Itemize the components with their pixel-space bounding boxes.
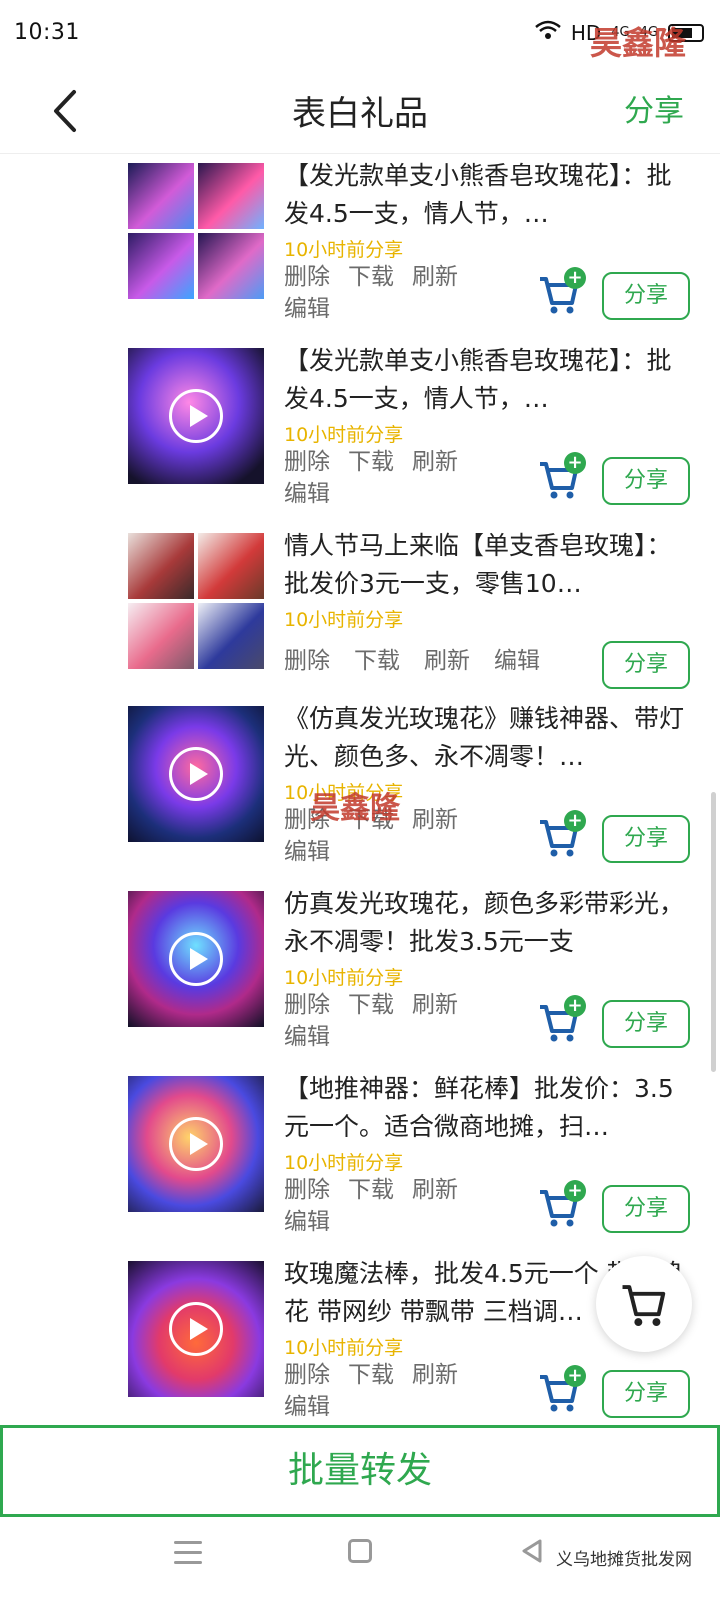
menu-icon[interactable] (174, 1541, 202, 1565)
product-thumbnail[interactable] (128, 706, 264, 842)
scrollbar-thumb[interactable] (711, 792, 716, 1072)
share-button[interactable]: 分享 (624, 86, 684, 130)
bulk-forward-button[interactable]: 批量转发 (0, 1425, 720, 1517)
home-icon[interactable] (348, 1539, 372, 1563)
list-item[interactable]: 【发光款单支小熊香皂玫瑰花】：批发4.5一支，情人节，… 10小时前分享 删除下… (0, 340, 720, 525)
download-button[interactable]: 下载 (348, 989, 394, 1021)
download-button[interactable]: 下载 (354, 645, 400, 677)
product-thumbnail[interactable] (128, 891, 264, 1027)
delete-button[interactable]: 删除 (284, 261, 330, 293)
product-thumbnail[interactable] (128, 348, 264, 484)
item-share-button[interactable]: 分享 (602, 815, 690, 863)
item-title[interactable]: 情人节马上来临【单支香皂玫瑰】：批发价3元一支，零售10… (284, 527, 684, 603)
play-icon[interactable] (169, 389, 223, 443)
refresh-button[interactable]: 刷新 (412, 1174, 458, 1206)
download-button[interactable]: 下载 (348, 261, 394, 293)
add-to-cart-button[interactable]: + (536, 1365, 586, 1415)
play-icon[interactable] (169, 1302, 223, 1356)
refresh-button[interactable]: 刷新 (412, 261, 458, 293)
refresh-button[interactable]: 刷新 (412, 989, 458, 1021)
download-button[interactable]: 下载 (348, 1174, 394, 1206)
item-share-button[interactable]: 分享 (602, 641, 690, 689)
delete-button[interactable]: 删除 (284, 645, 330, 677)
add-to-cart-button[interactable]: + (536, 995, 586, 1045)
item-title[interactable]: 【发光款单支小熊香皂玫瑰花】：批发4.5一支，情人节，… (284, 342, 684, 418)
item-time: 10小时前分享 (284, 1337, 404, 1359)
item-share-button[interactable]: 分享 (602, 1370, 690, 1418)
download-button[interactable]: 下载 (348, 446, 394, 478)
product-thumbnail[interactable] (128, 163, 264, 299)
edit-button[interactable]: 编辑 (284, 1206, 330, 1238)
item-time: 10小时前分享 (284, 1152, 404, 1174)
floating-cart-button[interactable] (596, 1256, 692, 1352)
delete-button[interactable]: 删除 (284, 989, 330, 1021)
nav-bar: 表白礼品 分享 (0, 72, 720, 154)
delete-button[interactable]: 删除 (284, 1174, 330, 1206)
status-bar: 10:31 HD 4G 4G 昊鑫隆 (0, 0, 720, 72)
add-to-cart-button[interactable]: + (536, 1180, 586, 1230)
list-item[interactable]: 【发光款单支小熊香皂玫瑰花】：批发4.5一支，情人节，… 10小时前分享 删除下… (0, 155, 720, 340)
edit-button[interactable]: 编辑 (494, 645, 540, 677)
play-icon[interactable] (169, 1117, 223, 1171)
plus-icon: + (564, 1365, 586, 1387)
add-to-cart-button[interactable]: + (536, 267, 586, 317)
cart-icon (622, 1285, 666, 1327)
download-button[interactable]: 下载 (348, 1359, 394, 1391)
plus-icon: + (564, 995, 586, 1017)
refresh-button[interactable]: 刷新 (412, 1359, 458, 1391)
play-icon[interactable] (169, 747, 223, 801)
item-title[interactable]: 仿真发光玫瑰花，颜色多彩带彩光，永不凋零！批发3.5元一支 (284, 885, 684, 961)
product-thumbnail[interactable] (128, 1076, 264, 1212)
item-share-button[interactable]: 分享 (602, 1185, 690, 1233)
refresh-button[interactable]: 刷新 (424, 645, 470, 677)
item-time: 10小时前分享 (284, 424, 404, 446)
edit-button[interactable]: 编辑 (284, 836, 330, 868)
item-share-button[interactable]: 分享 (602, 457, 690, 505)
watermark-logo: 昊鑫隆 (589, 24, 686, 62)
item-title[interactable]: 《仿真发光玫瑰花》赚钱神器、带灯光、颜色多、永不凋零！… (284, 700, 684, 776)
item-time: 10小时前分享 (284, 609, 404, 631)
item-time: 10小时前分享 (284, 967, 404, 989)
plus-icon: + (564, 452, 586, 474)
source-watermark: 义乌地摊货批发网 (556, 1550, 692, 1570)
refresh-button[interactable]: 刷新 (412, 446, 458, 478)
back-icon[interactable] (518, 1537, 546, 1565)
edit-button[interactable]: 编辑 (284, 293, 330, 325)
play-icon[interactable] (169, 932, 223, 986)
wifi-icon (535, 20, 561, 45)
product-list[interactable]: 【发光款单支小熊香皂玫瑰花】：批发4.5一支，情人节，… 10小时前分享 删除下… (0, 155, 720, 1423)
product-thumbnail[interactable] (128, 1261, 264, 1397)
list-item[interactable]: 【地推神器：鲜花棒】批发价：3.5元一个。适合微商地摊，扫… 10小时前分享 删… (0, 1068, 720, 1253)
list-item[interactable]: 《仿真发光玫瑰花》赚钱神器、带灯光、颜色多、永不凋零！… 10小时前分享 删除下… (0, 698, 720, 883)
list-item[interactable]: 仿真发光玫瑰花，颜色多彩带彩光，永不凋零！批发3.5元一支 10小时前分享 删除… (0, 883, 720, 1068)
item-time: 10小时前分享 (284, 239, 404, 261)
item-share-button[interactable]: 分享 (602, 1000, 690, 1048)
edit-button[interactable]: 编辑 (284, 1021, 330, 1053)
delete-button[interactable]: 删除 (284, 804, 330, 836)
list-item[interactable]: 情人节马上来临【单支香皂玫瑰】：批发价3元一支，零售10… 10小时前分享 删除… (0, 525, 720, 710)
plus-icon: + (564, 810, 586, 832)
delete-button[interactable]: 删除 (284, 1359, 330, 1391)
status-time: 10:31 (14, 20, 80, 45)
download-button[interactable]: 下载 (348, 804, 394, 836)
edit-button[interactable]: 编辑 (284, 478, 330, 510)
edit-button[interactable]: 编辑 (284, 1391, 330, 1423)
add-to-cart-button[interactable]: + (536, 810, 586, 860)
page-title: 表白礼品 (292, 94, 428, 134)
delete-button[interactable]: 删除 (284, 446, 330, 478)
refresh-button[interactable]: 刷新 (412, 804, 458, 836)
item-time: 10小时前分享 (284, 782, 404, 804)
item-title[interactable]: 【地推神器：鲜花棒】批发价：3.5元一个。适合微商地摊，扫… (284, 1070, 684, 1146)
item-share-button[interactable]: 分享 (602, 272, 690, 320)
plus-icon: + (564, 267, 586, 289)
system-nav-bar: 义乌地摊货批发网 (0, 1517, 720, 1600)
plus-icon: + (564, 1180, 586, 1202)
item-title[interactable]: 【发光款单支小熊香皂玫瑰花】：批发4.5一支，情人节，… (284, 157, 684, 233)
add-to-cart-button[interactable]: + (536, 452, 586, 502)
product-thumbnail[interactable] (128, 533, 264, 669)
